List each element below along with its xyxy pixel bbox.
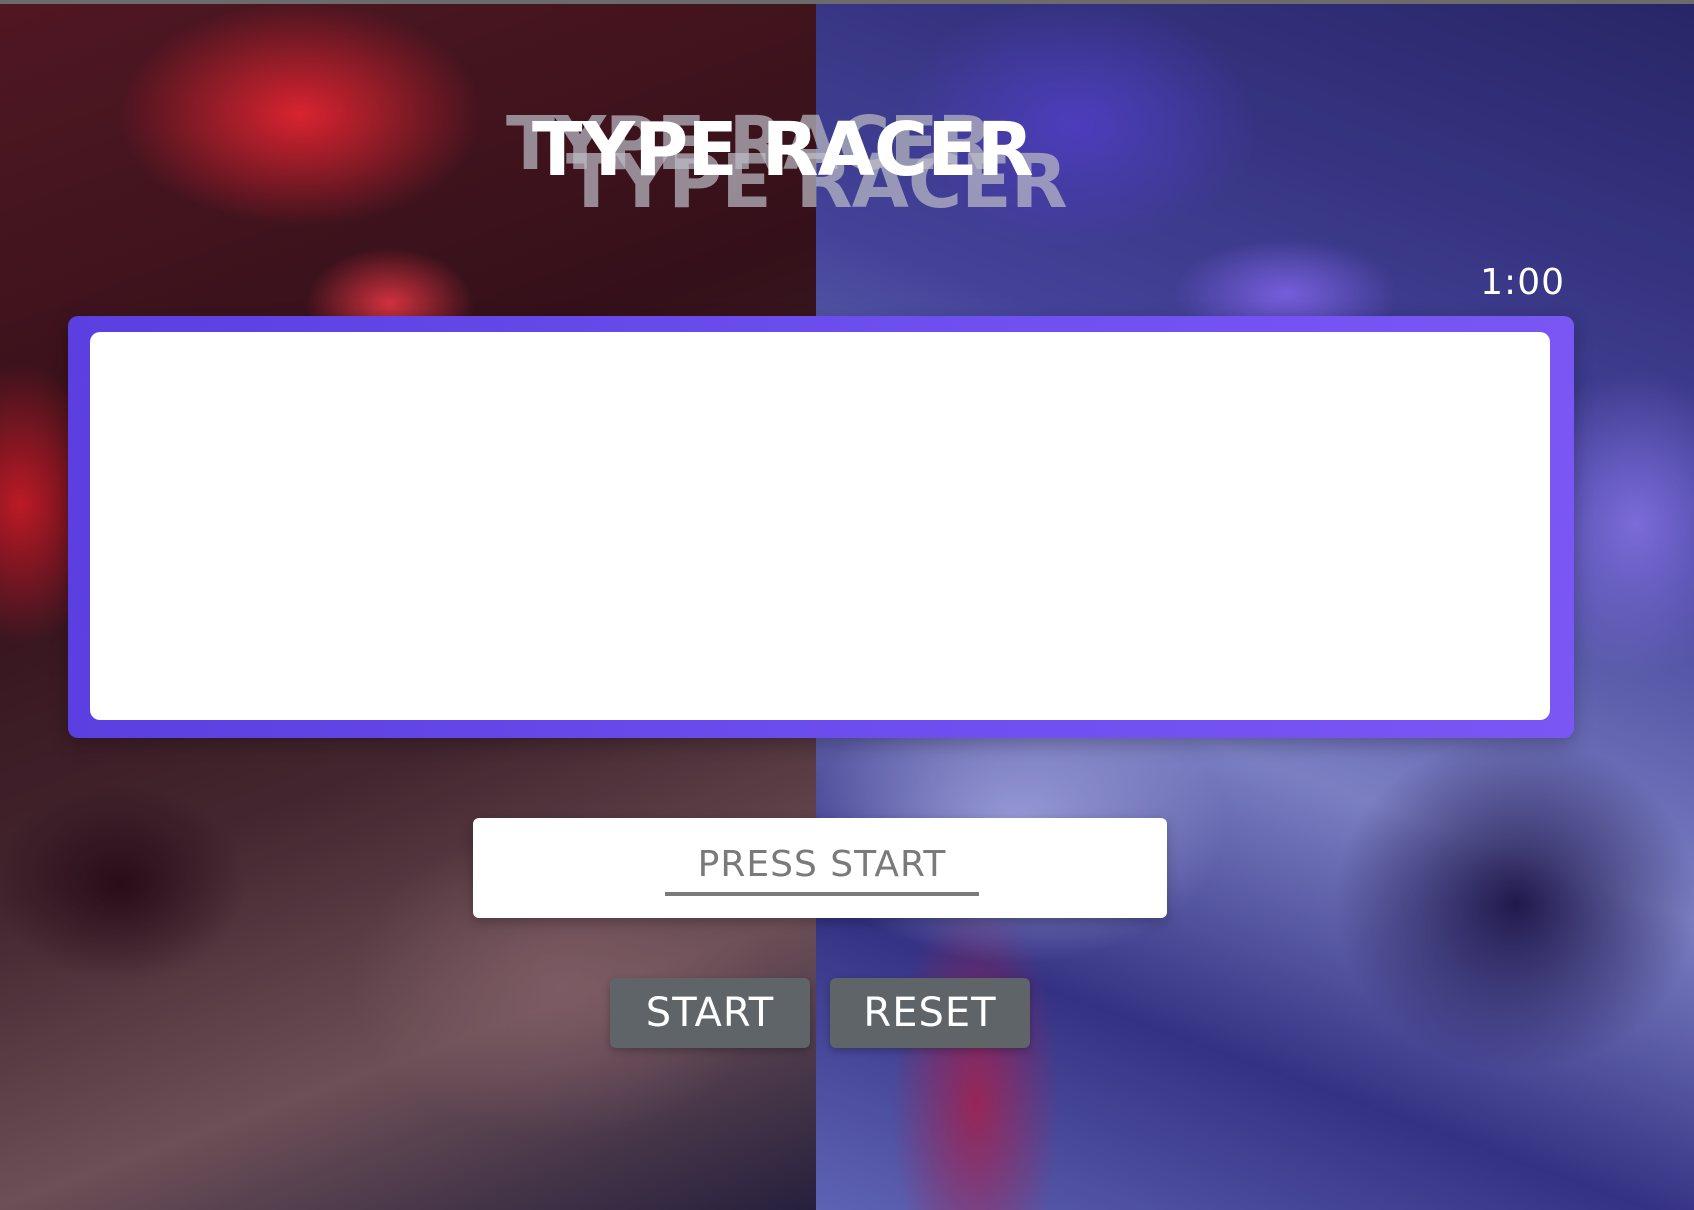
text-display bbox=[90, 332, 1550, 720]
page-title: TYPE RACER TYPE RACER TYPE RACER bbox=[480, 95, 1180, 219]
start-button[interactable]: START bbox=[610, 978, 810, 1048]
typing-input[interactable] bbox=[665, 836, 979, 896]
countdown-timer: 1:00 bbox=[1480, 262, 1565, 303]
typing-input-container bbox=[473, 818, 1167, 918]
title-text: TYPE RACER bbox=[532, 107, 1034, 193]
text-display-frame bbox=[68, 316, 1574, 738]
reset-button[interactable]: RESET bbox=[830, 978, 1030, 1048]
